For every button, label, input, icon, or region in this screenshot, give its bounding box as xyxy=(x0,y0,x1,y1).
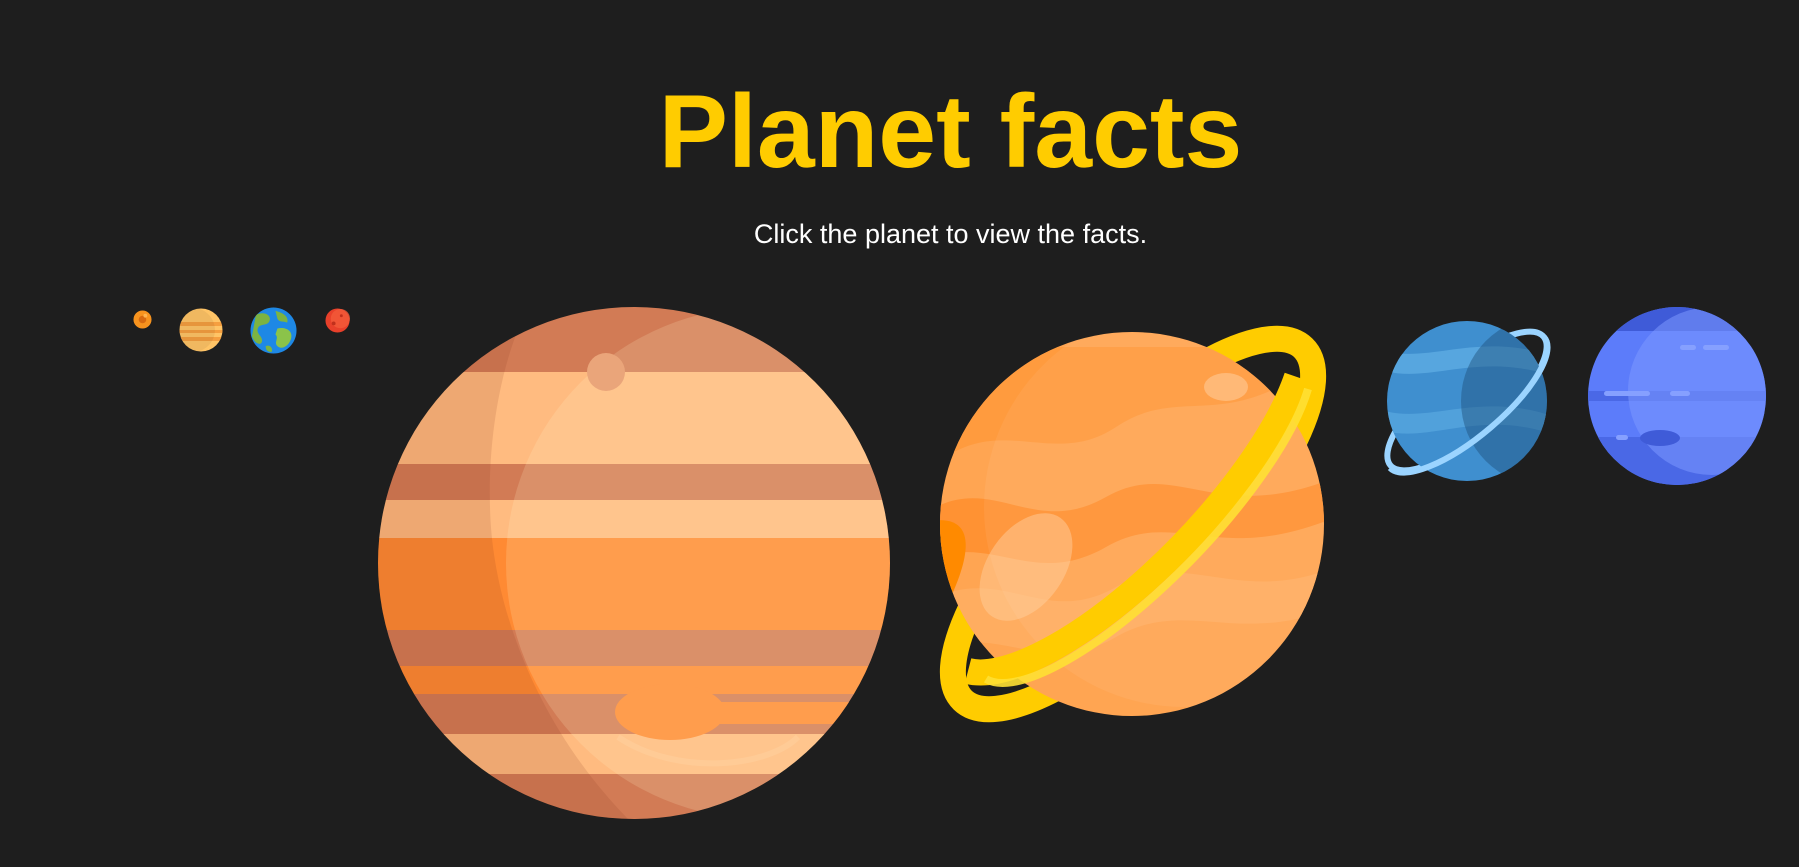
planet-earth[interactable] xyxy=(250,307,297,354)
venus-icon xyxy=(179,308,223,352)
neptune-icon xyxy=(1588,307,1766,485)
planet-mercury[interactable] xyxy=(133,310,152,329)
page-subtitle: Click the planet to view the facts. xyxy=(753,219,1148,249)
planet-mars[interactable] xyxy=(325,308,350,333)
jupiter-icon xyxy=(378,307,890,819)
planet-uranus[interactable] xyxy=(1376,308,1558,490)
saturn-icon xyxy=(939,325,1327,723)
planet-saturn[interactable] xyxy=(916,307,1350,741)
page-title: Planet facts xyxy=(658,74,1243,190)
planet-venus[interactable] xyxy=(179,308,223,352)
uranus-icon xyxy=(1384,321,1551,481)
mars-icon xyxy=(325,308,350,333)
planet-jupiter[interactable] xyxy=(378,307,890,819)
planet-neptune[interactable] xyxy=(1588,307,1766,485)
mercury-icon xyxy=(133,310,152,329)
earth-icon xyxy=(250,307,297,354)
